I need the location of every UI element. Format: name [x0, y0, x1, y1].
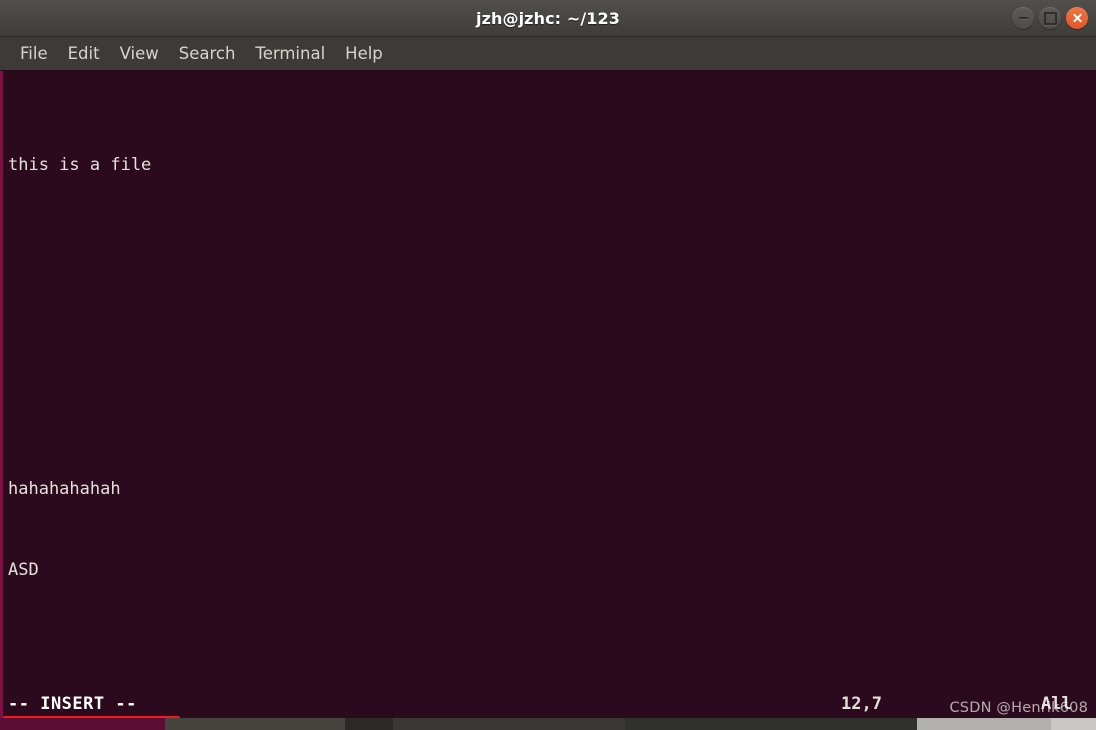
buffer-line — [5, 314, 1096, 341]
vim-buffer[interactable]: this is a file hahahahahah ASD ASDASD ~ … — [5, 71, 1096, 730]
minimize-button[interactable] — [1012, 7, 1034, 29]
strip-segment — [917, 718, 1051, 730]
terminal-window: jzh@jzhc: ~/123 File Edit View Search Te… — [0, 0, 1096, 730]
strip-segment — [345, 718, 393, 730]
bottom-window-strip — [0, 718, 1096, 730]
strip-segment — [625, 718, 917, 730]
window-controls — [1012, 0, 1088, 36]
maximize-button[interactable] — [1039, 7, 1061, 29]
scroll-percent-indicator: All — [1041, 694, 1072, 714]
buffer-line: this is a file — [8, 155, 152, 175]
window-title: jzh@jzhc: ~/123 — [476, 8, 620, 28]
buffer-line: hahahahahah — [8, 479, 121, 499]
menu-item-edit[interactable]: Edit — [58, 41, 110, 66]
strip-segment — [393, 718, 625, 730]
menu-item-terminal[interactable]: Terminal — [245, 41, 335, 66]
close-icon — [1072, 13, 1083, 24]
maximize-icon — [1043, 11, 1057, 25]
menu-item-view[interactable]: View — [110, 41, 169, 66]
buffer-line — [5, 395, 1096, 422]
buffer-line — [5, 233, 1096, 260]
terminal-screen[interactable]: this is a file hahahahahah ASD ASDASD ~ … — [0, 71, 1096, 730]
menu-item-search[interactable]: Search — [169, 41, 246, 66]
minimize-icon — [1018, 17, 1028, 19]
strip-segment — [165, 718, 345, 730]
buffer-line — [5, 638, 1096, 665]
strip-segment — [1051, 718, 1096, 730]
menu-item-help[interactable]: Help — [335, 41, 393, 66]
window-titlebar[interactable]: jzh@jzhc: ~/123 — [0, 0, 1096, 37]
vim-status-line: -- INSERT -- 12,7 All — [3, 691, 1096, 721]
vim-mode-indicator: -- INSERT -- — [8, 694, 137, 714]
buffer-line: ASD — [8, 560, 39, 580]
menu-item-file[interactable]: File — [10, 41, 58, 66]
cursor-position-indicator: 12,7 — [841, 694, 882, 714]
close-button[interactable] — [1066, 7, 1088, 29]
menu-bar: File Edit View Search Terminal Help — [0, 37, 1096, 71]
strip-segment — [0, 718, 165, 730]
